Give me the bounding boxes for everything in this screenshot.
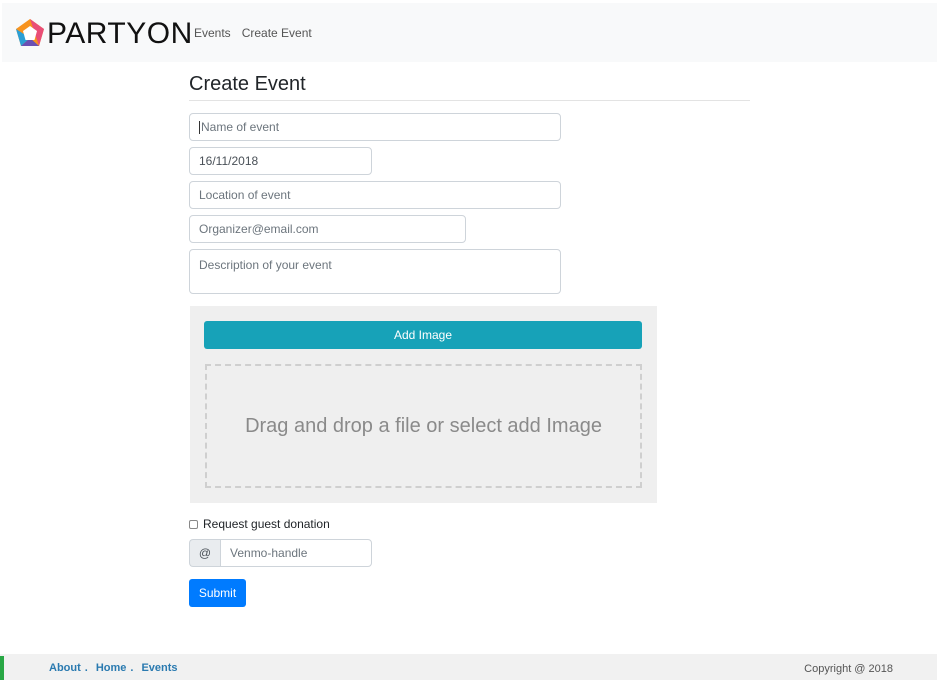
brand-name: PARTYON xyxy=(47,17,193,50)
footer-separator: . xyxy=(130,662,134,674)
brand[interactable]: PARTYON xyxy=(14,18,193,50)
organizer-email-input[interactable]: Organizer@email.com xyxy=(189,215,466,243)
footer-link-home[interactable]: Home xyxy=(96,661,127,675)
nav-link-create-event[interactable]: Create Event xyxy=(242,25,312,41)
donation-checkbox-row: Request guest donation xyxy=(189,517,330,531)
footer-accent xyxy=(0,656,4,680)
nav-links: Events Create Event xyxy=(194,25,312,41)
footer-link-about[interactable]: About xyxy=(49,661,81,675)
event-name-placeholder: Name of event xyxy=(201,120,280,134)
at-sign-addon: @ xyxy=(189,539,220,567)
text-cursor xyxy=(199,120,200,134)
event-name-input[interactable]: Name of event xyxy=(189,113,561,141)
submit-button[interactable]: Submit xyxy=(189,579,246,607)
event-date-input[interactable]: 16/11/2018 xyxy=(189,147,372,175)
event-location-placeholder: Location of event xyxy=(199,188,291,202)
venmo-input-group: @ Venmo-handle xyxy=(189,539,372,567)
nav-link-events[interactable]: Events xyxy=(194,25,231,41)
event-date-value: 16/11/2018 xyxy=(199,154,259,168)
donation-checkbox[interactable] xyxy=(189,519,198,529)
copyright-text: Copyright @ 2018 xyxy=(804,663,893,675)
image-upload-panel: Add Image Drag and drop a file or select… xyxy=(190,306,657,503)
donation-label[interactable]: Request guest donation xyxy=(203,517,330,531)
footer-link-events[interactable]: Events xyxy=(141,661,177,675)
venmo-handle-placeholder: Venmo-handle xyxy=(230,546,308,560)
event-location-input[interactable]: Location of event xyxy=(189,181,561,209)
event-description-textarea[interactable]: Description of your event xyxy=(189,249,561,294)
page-title: Create Event xyxy=(189,73,306,95)
venmo-handle-input[interactable]: Venmo-handle xyxy=(220,539,372,567)
file-dropzone[interactable]: Drag and drop a file or select add Image xyxy=(205,364,642,488)
organizer-email-placeholder: Organizer@email.com xyxy=(199,222,319,236)
partyon-logo-icon xyxy=(16,19,44,46)
add-image-button[interactable]: Add Image xyxy=(204,321,642,349)
title-divider xyxy=(189,100,750,101)
navbar: PARTYON Events Create Event xyxy=(2,3,937,62)
footer-links: About. Home. Events xyxy=(49,661,178,675)
footer-separator: . xyxy=(84,662,88,674)
dropzone-text: Drag and drop a file or select add Image xyxy=(245,414,602,437)
event-description-placeholder: Description of your event xyxy=(199,258,332,272)
footer: About. Home. Events Copyright @ 2018 xyxy=(0,654,937,680)
